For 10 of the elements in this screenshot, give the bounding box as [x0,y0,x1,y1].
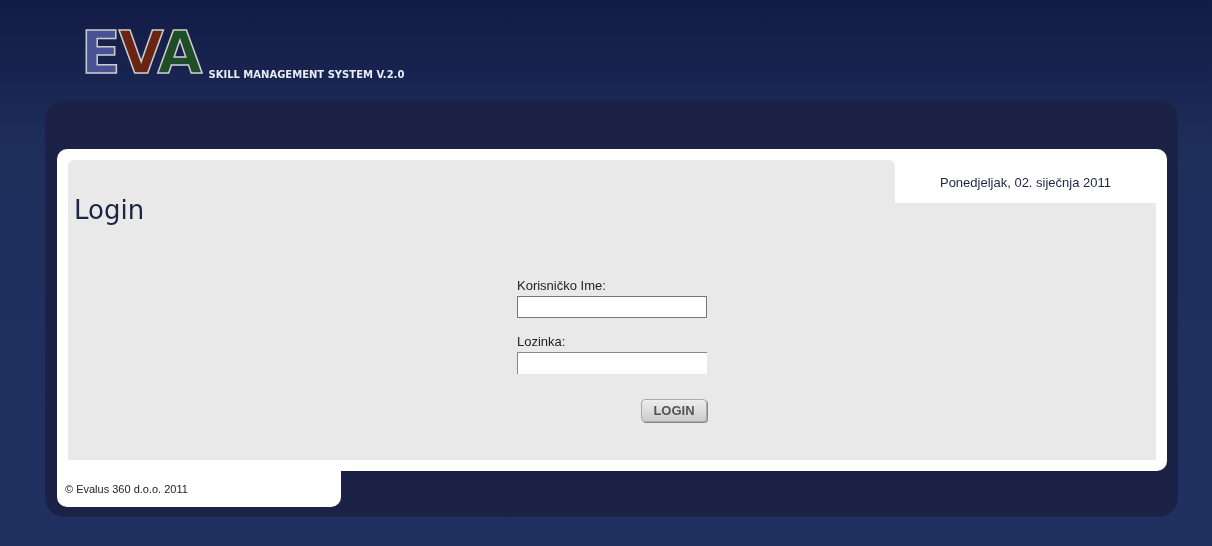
page-title: Login [74,195,145,225]
date-label: Ponedjeljak, 02. siječnja 2011 [938,174,1112,192]
username-field[interactable] [517,296,707,318]
field-label: Lozinka: [517,334,567,349]
copyright-text: © Evalus 360 d.o.o. 2011 [65,483,188,495]
field-label: Korisničko Ime: [517,278,607,293]
logo: EVA [81,24,201,82]
password-field[interactable] [517,352,707,374]
login-button[interactable]: LOGIN [641,399,707,422]
system-subtitle: SKILL MANAGEMENT SYSTEM V.2.0 [208,69,405,80]
